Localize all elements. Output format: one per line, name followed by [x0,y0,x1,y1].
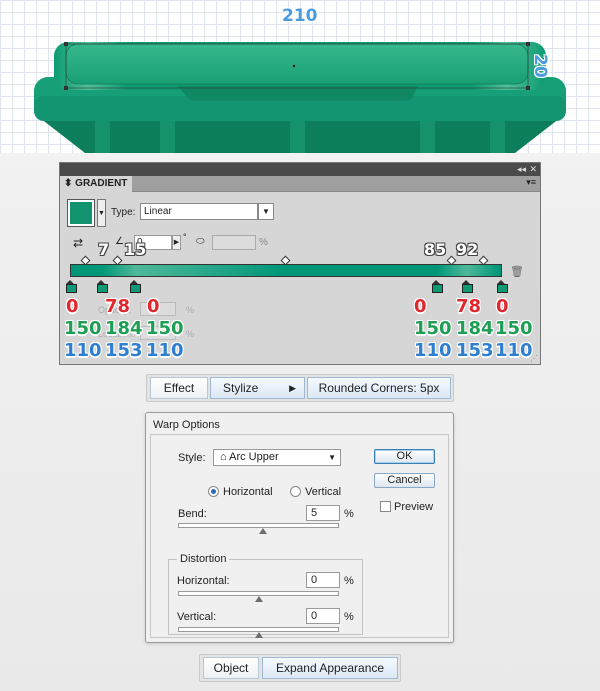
gradient-color-stop[interactable] [432,280,443,293]
gradient-color-stop[interactable] [97,280,108,293]
bend-slider-thumb[interactable] [258,528,267,534]
rgb-blue-value: 110 [146,340,184,361]
artboard-canvas[interactable]: 210 20 [0,0,600,153]
panel-tab-row: ⬍ GRADIENT ▾≡ [60,176,540,192]
warp-options-dialog: Warp Options Style: ⌂ Arc Upper ▼ Horizo… [145,412,454,643]
angle-icon: ∠ [115,236,124,247]
rgb-green-value: 184 [456,318,494,339]
rgb-blue-value: 110 [64,340,102,361]
rgb-red-value: 78 [105,296,131,317]
menu-item-expand-appearance[interactable]: Expand Appearance [262,657,398,679]
location-label: 7 [98,240,110,259]
location-label: 92 [456,240,479,259]
opacity-percent: % [186,305,195,315]
rgb-blue-value: 110 [414,340,452,361]
delete-stop-icon[interactable]: 🗑 [510,265,524,278]
tab-gradient-label: GRADIENT [75,178,128,189]
rgb-green-value: 150 [146,318,184,339]
panel-titlebar[interactable]: ◂◂ ✕ [60,163,540,176]
horizontal-radio-label: Horizontal [223,486,273,498]
location-label: 15 [124,240,147,259]
menu-item-stylize[interactable]: Stylize ▶ [210,377,305,399]
degree-symbol: ° [183,232,187,242]
effect-menu-path: Effect Stylize ▶ Rounded Corners: 5px [146,374,454,402]
angle-dropdown-arrow[interactable]: ▶ [172,235,181,250]
distortion-horizontal-input[interactable]: 0 [306,572,340,588]
rgb-blue-value: 110 [495,340,533,361]
collapse-panel-icon[interactable]: ◂◂ [517,163,526,176]
gradient-color-stop[interactable] [462,280,473,293]
rgb-red-value: 0 [496,296,509,317]
tab-gradient[interactable]: ⬍ GRADIENT [60,176,132,192]
style-select[interactable]: ⌂ Arc Upper ▼ [213,449,341,466]
gradient-swatch-dropdown[interactable]: ▼ [97,199,106,227]
type-label: Type: [111,207,136,218]
arc-upper-icon: ⌂ [220,451,227,463]
distortion-vertical-percent: % [344,611,354,623]
gradient-swatch[interactable] [67,199,95,227]
menu-item-effect[interactable]: Effect [150,377,208,399]
distortion-horizontal-percent: % [344,575,354,587]
distortion-title: Distortion [177,553,230,565]
bend-label: Bend: [178,508,207,520]
menu-item-object[interactable]: Object [203,657,259,679]
rgb-green-value: 150 [414,318,452,339]
panel-menu-icon[interactable]: ▾≡ [526,177,536,188]
distortion-horizontal-label: Horizontal: [177,575,230,587]
vertical-radio[interactable] [290,486,301,497]
gradient-color-stop[interactable] [66,280,77,293]
distortion-horizontal-thumb[interactable] [254,596,263,602]
rgb-green-value: 150 [495,318,533,339]
gradient-color-stop[interactable] [130,280,141,293]
close-icon[interactable]: ✕ [529,163,537,176]
preview-checkbox[interactable] [380,501,391,512]
bend-input[interactable]: 5 [306,505,340,521]
rgb-green-value: 150 [64,318,102,339]
gradient-panel: ◂◂ ✕ ⬍ GRADIENT ▾≡ ▼ Type: Linear ▼ ⇄ ∠ … [59,162,541,365]
type-dropdown-arrow[interactable]: ▼ [258,203,274,220]
location-label: 85 [424,240,447,259]
rgb-red-value: 78 [456,296,482,317]
rgb-red-value: 0 [66,296,79,317]
submenu-arrow-icon: ▶ [289,383,296,393]
gradient-slider-bar[interactable] [70,264,502,277]
menu-item-stylize-label: Stylize [223,381,259,395]
aspect-ratio-icon: ⬭ [196,236,205,247]
aspect-ratio-input [212,235,256,250]
type-select[interactable]: Linear [140,203,258,220]
tab-arrows-icon: ⬍ [64,178,73,189]
resize-grip-icon[interactable]: ⋰ [530,354,538,363]
object-menu-path: Object Expand Appearance [199,654,401,682]
aspect-percent: % [259,237,268,248]
bend-percent: % [344,508,354,520]
height-dimension-label: 20 [530,54,550,78]
width-dimension-label: 210 [282,6,318,26]
location-percent: % [186,329,195,339]
reverse-gradient-icon[interactable]: ⇄ [73,236,83,250]
menu-item-rounded-corners[interactable]: Rounded Corners: 5px [307,377,451,399]
rgb-red-value: 0 [414,296,427,317]
cancel-button[interactable]: Cancel [374,473,435,488]
rgb-red-value: 0 [147,296,160,317]
rgb-blue-value: 153 [456,340,494,361]
horizontal-radio[interactable] [208,486,219,497]
style-label: Style: [178,452,206,464]
distortion-vertical-thumb[interactable] [254,632,263,638]
preview-label: Preview [394,501,434,513]
distortion-vertical-input[interactable]: 0 [306,608,340,624]
dialog-title: Warp Options [153,419,220,431]
chevron-down-icon: ▼ [328,453,336,462]
ok-button[interactable]: OK [374,449,435,464]
distortion-group: Distortion Horizontal: 0 % Vertical: 0 % [168,553,363,638]
style-select-value: Arc Upper [229,451,279,463]
vertical-radio-label: Vertical [305,486,342,498]
gradient-color-stop[interactable] [497,280,508,293]
distortion-vertical-label: Vertical: [177,611,217,623]
dialog-content: Style: ⌂ Arc Upper ▼ Horizontal Vertical… [150,434,449,638]
rgb-blue-value: 153 [105,340,143,361]
rgb-green-value: 184 [105,318,143,339]
